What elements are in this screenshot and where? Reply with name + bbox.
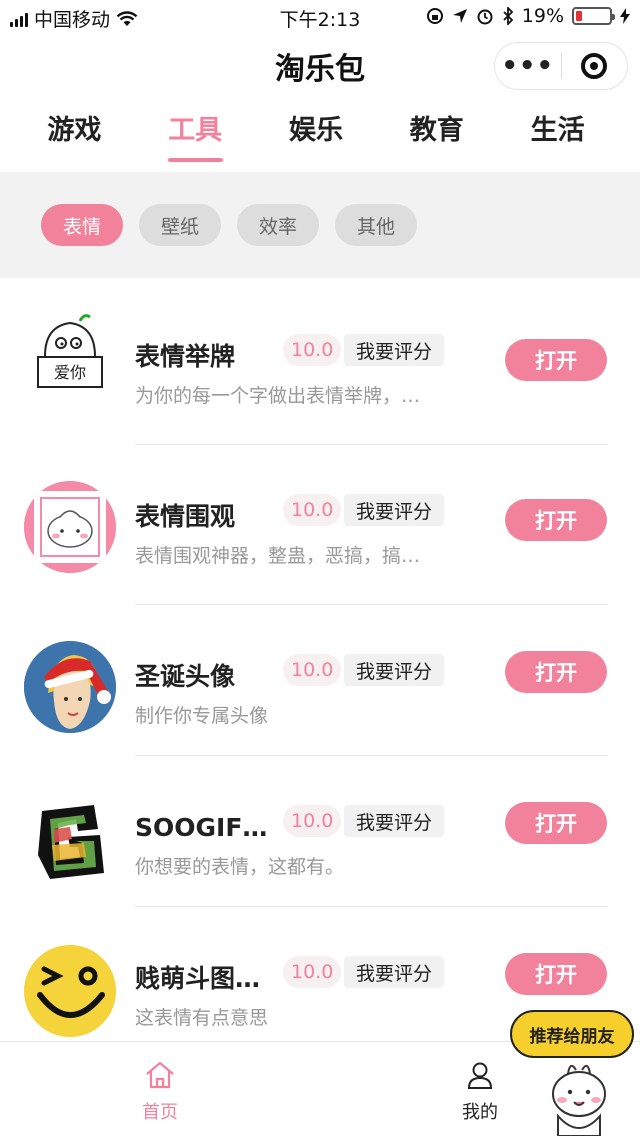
- rate-button[interactable]: 我要评分: [344, 805, 445, 837]
- battery-icon: [572, 7, 615, 25]
- christmas-avatar-icon: [24, 641, 116, 733]
- app-name: SOOGIF动图: [135, 813, 273, 842]
- home-icon: [146, 1061, 174, 1089]
- score-badge: 10.0: [283, 334, 342, 366]
- miniprogram-capsule: •••: [494, 42, 628, 90]
- status-right: 19%: [426, 5, 630, 27]
- filter-bar: 表情 壁纸 效率 其他: [0, 172, 640, 278]
- score-badge: 10.0: [283, 654, 342, 686]
- app-name: 表情举牌: [135, 342, 236, 371]
- crowd-watching-sticker-icon: [24, 481, 116, 573]
- charging-icon: [620, 8, 630, 24]
- list-item[interactable]: 圣诞头像 10.0 我要评分 制作你专属头像 打开: [0, 605, 640, 756]
- app-description: 你想要的表情，这都有。: [135, 856, 345, 878]
- rate-button[interactable]: 我要评分: [344, 956, 445, 988]
- winking-smiley-icon: [24, 945, 116, 1037]
- open-button[interactable]: 打开: [505, 651, 607, 693]
- open-button[interactable]: 打开: [505, 953, 607, 995]
- app-name: 表情围观: [135, 502, 236, 531]
- filter-chip-other[interactable]: 其他: [335, 204, 418, 246]
- app-name: 圣诞头像: [135, 662, 236, 691]
- sign-text: 爱你: [54, 363, 86, 382]
- open-button[interactable]: 打开: [505, 802, 607, 844]
- app-description: 制作你专属头像: [135, 705, 269, 727]
- tab-education[interactable]: 教育: [376, 100, 497, 170]
- battery-percent: 19%: [521, 5, 564, 27]
- app-description: 这表情有点意思: [135, 1007, 269, 1029]
- alarm-icon: [477, 9, 493, 25]
- score-badge: 10.0: [283, 805, 342, 837]
- status-bar: 中国移动 下午2:13 19%: [0, 0, 640, 34]
- close-miniprogram-button[interactable]: [562, 53, 628, 79]
- app-name: 贱萌斗图神器: [135, 964, 273, 993]
- rate-button[interactable]: 我要评分: [344, 654, 445, 686]
- filter-chip-stickers[interactable]: 表情: [41, 204, 124, 246]
- open-button[interactable]: 打开: [505, 499, 607, 541]
- list-item[interactable]: SOOGIF动图 10.0 我要评分 你想要的表情，这都有。 打开: [0, 756, 640, 907]
- app-list: 爱你 表情举牌 10.0 我要评分 为你的每一个字做出表情举牌，以... 打开: [0, 300, 640, 1042]
- close-miniprogram-icon: [581, 53, 608, 79]
- app-description: 为你的每一个字做出表情举牌，以...: [135, 385, 437, 407]
- score-badge: 10.0: [283, 494, 342, 526]
- category-tabs: 游戏 工具 娱乐 教育 生活: [0, 100, 640, 170]
- tab-home-label: 首页: [142, 1102, 178, 1123]
- more-icon[interactable]: •••: [495, 53, 561, 79]
- tab-home[interactable]: 首页: [110, 1060, 210, 1124]
- rate-button[interactable]: 我要评分: [344, 334, 445, 366]
- bluetooth-icon: [503, 7, 514, 25]
- sign-holding-sticker-icon: 爱你: [24, 309, 116, 401]
- tab-entertainment[interactable]: 娱乐: [256, 100, 377, 170]
- mascot-sticker-icon: [552, 1064, 606, 1136]
- user-icon: [467, 1062, 493, 1089]
- tab-life[interactable]: 生活: [497, 100, 618, 170]
- recommend-label: 推荐给朋友: [510, 1010, 634, 1058]
- filter-chip-wallpaper[interactable]: 壁纸: [139, 204, 222, 246]
- battery-level: [576, 11, 583, 21]
- app-description: 表情围观神器，整蛊，恶搞，搞笑...: [135, 545, 437, 567]
- rate-button[interactable]: 我要评分: [344, 494, 445, 526]
- tab-tools[interactable]: 工具: [135, 100, 256, 170]
- soogif-logo-icon: [24, 795, 116, 887]
- recommend-to-friend-button[interactable]: 推荐给朋友: [510, 1010, 638, 1136]
- list-item[interactable]: 爱你 表情举牌 10.0 我要评分 为你的每一个字做出表情举牌，以... 打开: [0, 300, 640, 445]
- list-item[interactable]: 表情围观 10.0 我要评分 表情围观神器，整蛊，恶搞，搞笑... 打开: [0, 445, 640, 605]
- filter-chip-efficiency[interactable]: 效率: [237, 204, 320, 246]
- open-button[interactable]: 打开: [505, 339, 607, 381]
- location-icon: [452, 9, 467, 23]
- tab-games[interactable]: 游戏: [14, 100, 135, 170]
- orientation-lock-icon: [426, 8, 443, 24]
- score-badge: 10.0: [283, 956, 342, 988]
- nav-bar: 淘乐包 •••: [0, 34, 640, 92]
